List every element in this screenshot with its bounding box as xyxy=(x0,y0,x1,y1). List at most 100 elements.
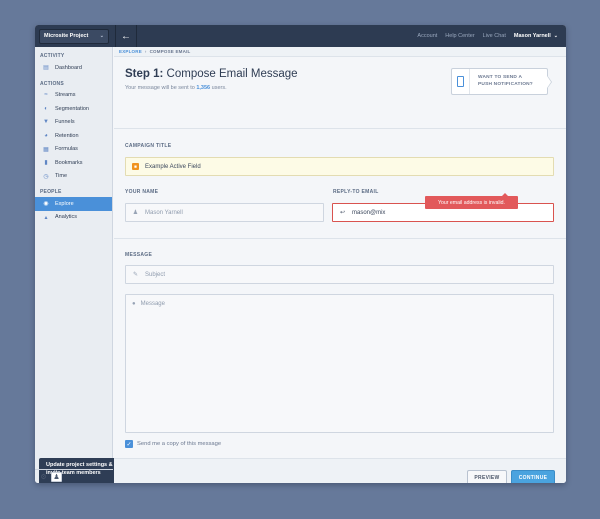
breadcrumb-current: COMPOSE EMAIL xyxy=(149,49,191,54)
person-icon: ♟ xyxy=(53,473,60,481)
error-tooltip: Your email address is invalid. xyxy=(425,193,518,209)
chevron-down-icon: ⌄ xyxy=(99,33,104,39)
sidebar-item-label: Explore xyxy=(55,200,74,207)
preview-button[interactable]: PREVIEW xyxy=(467,470,507,483)
settings-button[interactable]: ⚙ xyxy=(38,472,49,482)
user-menu[interactable]: Mason Yarnell ⌄ xyxy=(514,33,558,39)
push-notification-button[interactable]: WANT TO SEND A PUSH NOTIFICATION? xyxy=(451,68,552,95)
section-divider xyxy=(114,128,566,129)
copy-checkbox-row: ✓ Send me a copy of this message xyxy=(125,440,221,448)
analytics-icon: ▴ xyxy=(44,214,48,221)
section-divider xyxy=(114,238,566,239)
streams-icon: ≈ xyxy=(44,92,48,99)
retention-icon: ◕ xyxy=(44,132,48,139)
sidebar-item-retention[interactable]: ◕ Retention xyxy=(35,129,112,143)
page-header: Step 1: Compose Email Message Your messa… xyxy=(114,57,566,154)
sidebar-item-time[interactable]: ◷ Time xyxy=(35,170,112,184)
push-text: WANT TO SEND A PUSH NOTIFICATION? xyxy=(470,75,533,89)
sidebar-item-label: Formulas xyxy=(55,146,78,153)
checkmark-icon: ✓ xyxy=(126,441,132,448)
dashboard-icon: ▤ xyxy=(43,65,49,72)
sidebar-section-title: ACTIVITY xyxy=(40,53,65,59)
reply-to-email-value: mason@mix xyxy=(352,209,386,216)
sidebar-section-title: PEOPLE xyxy=(40,189,62,195)
time-icon: ◷ xyxy=(43,173,49,180)
sidebar-item-label: Funnels xyxy=(55,119,75,126)
person-icon: ♟ xyxy=(132,210,139,216)
error-message: Your email address is invalid. xyxy=(438,199,505,206)
sidebar-item-label: Segmentation xyxy=(55,105,89,112)
breadcrumb-separator: › xyxy=(144,49,147,54)
help-center-link[interactable]: Help Center xyxy=(445,33,474,39)
top-links: Account Help Center Live Chat Mason Yarn… xyxy=(417,25,558,47)
form-footer: PREVIEW CONTINUE xyxy=(114,458,566,483)
sidebar-item-label: Bookmarks xyxy=(55,159,83,166)
campaign-title-field[interactable]: ■ Example Active Field xyxy=(125,157,554,176)
sidebar-item-funnels[interactable]: ▼ Funnels xyxy=(35,116,112,130)
error-tooltip-arrow xyxy=(502,193,508,196)
sidebar-item-label: Time xyxy=(55,173,68,180)
gear-icon: ⚙ xyxy=(40,473,47,481)
sidebar-item-bookmarks[interactable]: ▮ Bookmarks xyxy=(35,156,112,170)
reply-icon: ↩ xyxy=(339,210,346,216)
copy-checkbox[interactable]: ✓ xyxy=(125,440,133,448)
live-chat-link[interactable]: Live Chat xyxy=(483,33,506,39)
phone-icon xyxy=(452,69,470,94)
user-count: 1,356 xyxy=(196,85,211,91)
project-name: Microsite Project xyxy=(44,33,89,39)
chevron-down-icon: ⌄ xyxy=(553,33,558,39)
sidebar-item-label: Streams xyxy=(55,92,76,99)
main-content: EXPLORE › COMPOSE EMAIL Step 1: Compose … xyxy=(114,47,566,483)
sidebar-item-explore[interactable]: ◉ Explore xyxy=(35,197,112,211)
reply-to-email-label: REPLY-TO EMAIL xyxy=(333,189,379,195)
subject-placeholder: Subject xyxy=(145,271,166,278)
push-box-arrow-inner xyxy=(547,76,551,88)
sidebar-item-dashboard[interactable]: ▤ Dashboard xyxy=(35,61,112,75)
copy-checkbox-label: Send me a copy of this message xyxy=(137,441,222,447)
sidebar-footer: ⚙ ♟ xyxy=(35,469,113,483)
invite-members-button[interactable]: ♟ xyxy=(51,471,62,482)
subtitle-suffix: users. xyxy=(211,85,227,91)
explore-icon: ◉ xyxy=(43,201,49,208)
arrow-left-icon: ← xyxy=(121,30,131,42)
account-link[interactable]: Account xyxy=(417,33,437,39)
top-bar: Microsite Project ⌄ ← Account Help Cente… xyxy=(35,25,566,47)
message-placeholder: Message xyxy=(140,301,165,307)
page-title: Step 1: Compose Email Message xyxy=(125,68,298,80)
push-line1: WANT TO SEND A xyxy=(478,74,523,80)
speech-bubble-icon: ● xyxy=(132,301,136,307)
breadcrumb-link-explore[interactable]: EXPLORE xyxy=(119,49,142,54)
message-placeholder-row: ● Message xyxy=(132,301,165,307)
continue-button[interactable]: CONTINUE xyxy=(511,470,555,483)
sidebar-item-formulas[interactable]: ▦ Formulas xyxy=(35,143,112,157)
pencil-icon: ✎ xyxy=(132,272,139,278)
push-line2: PUSH NOTIFICATION? xyxy=(478,81,533,87)
sidebar-item-streams[interactable]: ≈ Streams xyxy=(35,89,112,103)
funnels-icon: ▼ xyxy=(43,119,49,126)
bookmarks-icon: ▮ xyxy=(44,160,48,167)
sidebar-item-label: Analytics xyxy=(55,214,78,221)
your-name-placeholder: Mason Yarnell xyxy=(145,209,183,216)
segmentation-icon: ◐ xyxy=(44,105,48,112)
your-name-field[interactable]: ♟ Mason Yarnell xyxy=(125,203,324,222)
sidebar-item-label: Dashboard xyxy=(55,64,82,71)
sidebar-item-analytics[interactable]: ▴ Analytics xyxy=(35,211,112,225)
campaign-title-label: CAMPAIGN TITLE xyxy=(125,143,172,149)
sidebar-item-segmentation[interactable]: ◐ Segmentation xyxy=(35,102,112,116)
project-selector[interactable]: Microsite Project ⌄ xyxy=(39,28,109,44)
message-textarea[interactable]: ● Message xyxy=(125,294,554,433)
page-subtitle: Your message will be sent to 1,356 users… xyxy=(125,85,227,91)
sidebar-item-label: Retention xyxy=(55,132,79,139)
sidebar-section-title: ACTIONS xyxy=(40,80,64,87)
title-text: Compose Email Message xyxy=(166,68,298,80)
breadcrumb: EXPLORE › COMPOSE EMAIL xyxy=(114,47,566,57)
active-field-icon: ■ xyxy=(132,163,139,170)
formulas-icon: ▦ xyxy=(43,146,49,153)
user-name: Mason Yarnell xyxy=(513,33,551,39)
step-label: Step 1: xyxy=(125,68,164,80)
back-button[interactable]: ← xyxy=(115,25,137,47)
message-label: MESSAGE xyxy=(125,252,153,258)
subject-field[interactable]: ✎ Subject xyxy=(125,265,554,284)
your-name-label: YOUR NAME xyxy=(125,189,159,195)
app-window: Microsite Project ⌄ ← Account Help Cente… xyxy=(35,25,566,483)
